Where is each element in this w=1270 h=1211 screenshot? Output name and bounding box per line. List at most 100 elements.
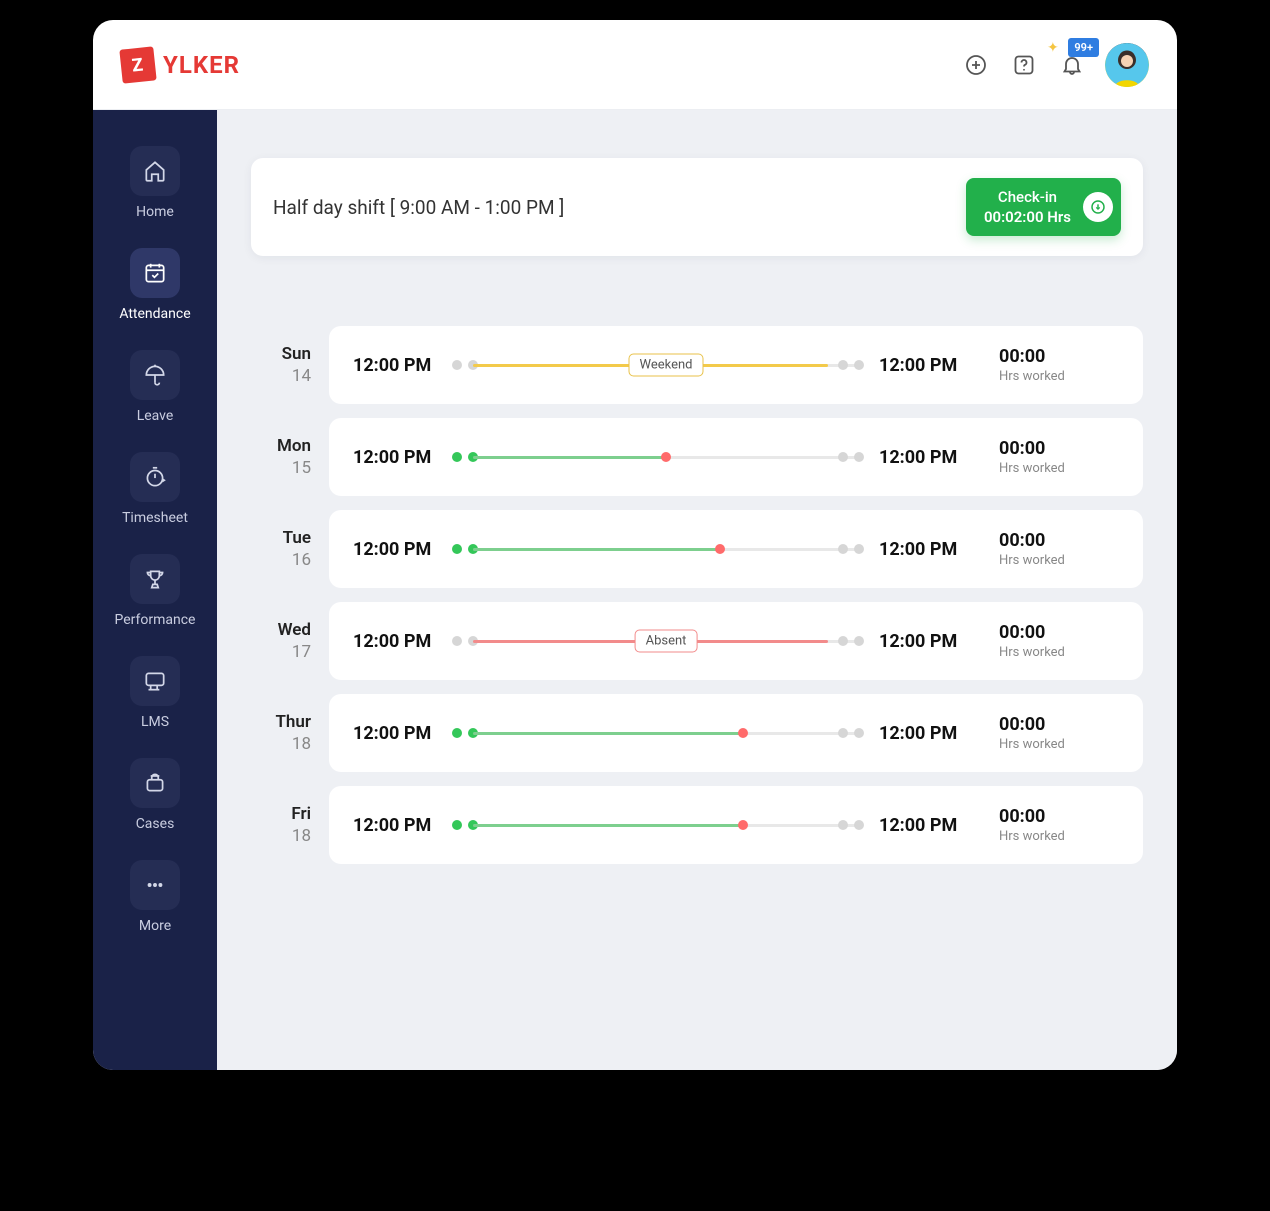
- notification-badge: 99+: [1068, 38, 1099, 57]
- sidebar-label: LMS: [141, 714, 169, 730]
- timeline: [473, 810, 859, 840]
- sidebar-item-more[interactable]: More: [103, 848, 207, 944]
- umbrella-icon: [130, 350, 180, 400]
- timeline: Absent: [473, 626, 859, 656]
- hrs-worked-cell: 00:00 Hrs worked: [999, 530, 1119, 568]
- presentation-icon: [130, 656, 180, 706]
- hrs-worked-label: Hrs worked: [999, 553, 1119, 568]
- hrs-worked-value: 00:00: [999, 438, 1119, 459]
- sidebar-label: Cases: [136, 816, 175, 832]
- sidebar: Home Attendance Leave Timesheet Performa…: [93, 110, 217, 1070]
- sidebar-label: Performance: [115, 612, 196, 628]
- hrs-worked-value: 00:00: [999, 530, 1119, 551]
- timeline-dot: [838, 820, 848, 830]
- trophy-icon: [130, 554, 180, 604]
- hrs-worked-cell: 00:00Hrs worked: [999, 714, 1119, 752]
- timeline: [473, 534, 859, 564]
- timeline-marker: [738, 728, 748, 738]
- hrs-worked-label: Hrs worked: [999, 369, 1119, 384]
- end-time: 12:00 PM: [879, 815, 979, 836]
- sidebar-item-timesheet[interactable]: Timesheet: [103, 440, 207, 536]
- timeline-dot-end: [854, 452, 864, 462]
- timeline-dot: [838, 728, 848, 738]
- day-card[interactable]: 12:00 PM12:00 PM00:00Hrs worked: [329, 694, 1143, 772]
- day-card[interactable]: 12:00 PM Weekend 12:00 PM 00:00 Hrs worked: [329, 326, 1143, 404]
- day-row: Mon15 12:00 PM 12:00 PM 00:00Hrs worked: [251, 418, 1143, 496]
- end-time: 12:00 PM: [879, 447, 979, 468]
- day-date: 15: [292, 458, 311, 478]
- hrs-worked-cell: 00:00 Hrs worked: [999, 622, 1119, 660]
- brand-name: YLKER: [163, 51, 240, 79]
- timeline-dot: [838, 636, 848, 646]
- timeline-track: [473, 548, 859, 551]
- day-label: Sun14: [251, 344, 311, 386]
- day-card[interactable]: 12:00 PMAbsent12:00 PM00:00Hrs worked: [329, 602, 1143, 680]
- hrs-worked-value: 00:00: [999, 622, 1119, 643]
- timeline-dot-start: [452, 544, 462, 554]
- timeline-fill: [473, 456, 666, 459]
- day-label: Wed17: [251, 620, 311, 662]
- timeline: Weekend: [473, 350, 859, 380]
- timeline-track: [473, 824, 859, 827]
- timeline: [473, 718, 859, 748]
- sidebar-item-attendance[interactable]: Attendance: [103, 236, 207, 332]
- main-content: Half day shift [ 9:00 AM - 1:00 PM ] Che…: [217, 110, 1177, 1070]
- sidebar-item-home[interactable]: Home: [103, 134, 207, 230]
- end-time: 12:00 PM: [879, 631, 979, 652]
- hrs-worked-label: Hrs worked: [999, 645, 1119, 660]
- help-button[interactable]: [1009, 50, 1039, 80]
- shift-title: Half day shift [ 9:00 AM - 1:00 PM ]: [273, 196, 564, 219]
- hrs-worked-label: Hrs worked: [999, 829, 1119, 844]
- hrs-worked-cell: 00:00Hrs worked: [999, 438, 1119, 476]
- topbar: Z YLKER ✦ 99+: [93, 20, 1177, 110]
- stopwatch-icon: [130, 452, 180, 502]
- day-row: Wed1712:00 PMAbsent12:00 PM00:00Hrs work…: [251, 602, 1143, 680]
- day-card[interactable]: 12:00 PM12:00 PM00:00Hrs worked: [329, 510, 1143, 588]
- user-avatar[interactable]: [1105, 43, 1149, 87]
- day-name: Mon: [277, 436, 311, 456]
- timeline-dot: [838, 544, 848, 554]
- sidebar-item-performance[interactable]: Performance: [103, 542, 207, 638]
- timeline-track: [473, 456, 859, 459]
- day-card[interactable]: 12:00 PM 12:00 PM 00:00Hrs worked: [329, 786, 1143, 864]
- briefcase-icon: [130, 758, 180, 808]
- day-name: Tue: [283, 528, 311, 548]
- day-row: Tue1612:00 PM12:00 PM00:00Hrs worked: [251, 510, 1143, 588]
- end-time: 12:00 PM: [879, 355, 979, 376]
- day-date: 18: [292, 826, 311, 846]
- day-date: 14: [292, 366, 311, 386]
- sidebar-item-cases[interactable]: Cases: [103, 746, 207, 842]
- timeline-dot-end: [854, 544, 864, 554]
- day-label: Fri18: [251, 804, 311, 846]
- checkin-button[interactable]: Check-in 00:02:00 Hrs: [966, 178, 1121, 236]
- add-button[interactable]: [961, 50, 991, 80]
- day-card[interactable]: 12:00 PM 12:00 PM 00:00Hrs worked: [329, 418, 1143, 496]
- start-time: 12:00 PM: [353, 355, 453, 376]
- hrs-worked-cell: 00:00Hrs worked: [999, 806, 1119, 844]
- shift-card: Half day shift [ 9:00 AM - 1:00 PM ] Che…: [251, 158, 1143, 256]
- status-pill: Absent: [635, 630, 698, 653]
- app-window: Z YLKER ✦ 99+: [93, 20, 1177, 1070]
- sidebar-item-lms[interactable]: LMS: [103, 644, 207, 740]
- timeline-marker: [661, 452, 671, 462]
- sidebar-label: Timesheet: [122, 510, 188, 526]
- hrs-worked-value: 00:00: [999, 346, 1119, 367]
- day-date: 18: [292, 734, 311, 754]
- avatar-icon: [1105, 43, 1149, 87]
- timeline-dot-end: [854, 636, 864, 646]
- start-time: 12:00 PM: [353, 723, 453, 744]
- start-time: 12:00 PM: [353, 447, 453, 468]
- hrs-worked-cell: 00:00 Hrs worked: [999, 346, 1119, 384]
- notifications-button[interactable]: ✦ 99+: [1057, 50, 1087, 80]
- timeline-dot: [838, 360, 848, 370]
- brand-logo[interactable]: Z YLKER: [121, 48, 240, 82]
- sidebar-item-leave[interactable]: Leave: [103, 338, 207, 434]
- timeline-fill: [473, 732, 743, 735]
- start-time: 12:00 PM: [353, 815, 453, 836]
- status-pill: Weekend: [629, 354, 704, 377]
- timeline: [473, 442, 859, 472]
- timeline-track: Absent: [473, 640, 859, 643]
- hrs-worked-label: Hrs worked: [999, 737, 1119, 752]
- checkin-arrow-icon: [1083, 192, 1113, 222]
- checkin-label: Check-in: [998, 188, 1057, 206]
